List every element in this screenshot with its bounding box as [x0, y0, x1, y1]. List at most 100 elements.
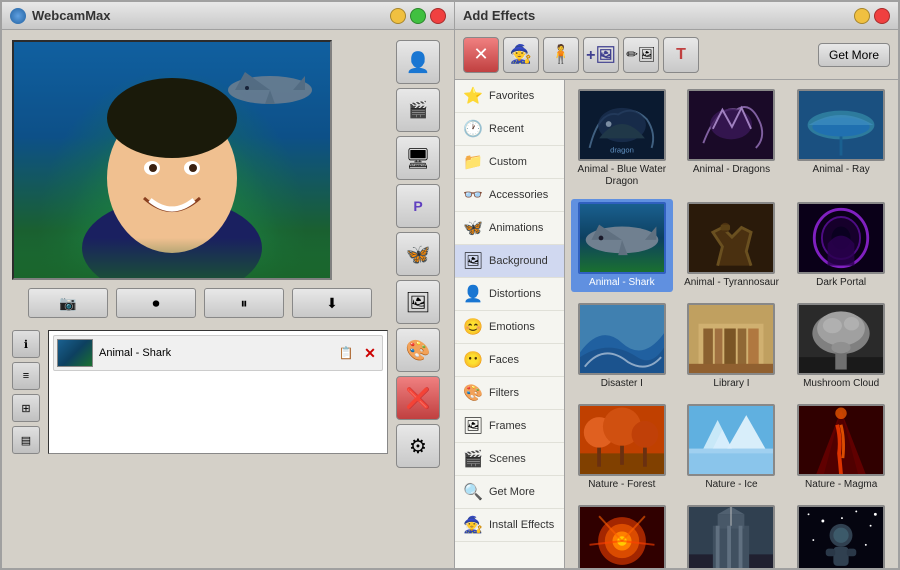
color-tool-button[interactable]: 🎨: [396, 328, 440, 372]
effect-remove-button[interactable]: ✕: [361, 344, 379, 362]
effect-name-magma: Nature - Magma: [805, 479, 877, 491]
monitor-tool-button[interactable]: 🖥: [396, 136, 440, 180]
animations-icon: 🦋: [463, 218, 483, 238]
minimize-button[interactable]: [390, 8, 406, 24]
custom-icon: 📁: [463, 152, 483, 172]
info-buttons: ℹ ≡ ⊞ ▤: [12, 330, 40, 454]
background-label: Background: [489, 255, 548, 267]
effect-blue-water-dragon[interactable]: dragon Animal - Blue Water Dragon: [571, 86, 673, 191]
effect-image-ice: [687, 404, 775, 476]
effects-close-tool[interactable]: ✕: [463, 37, 499, 73]
category-accessories[interactable]: 👓 Accessories: [455, 179, 564, 212]
animations-label: Animations: [489, 222, 543, 234]
effect-name-library: Library I: [713, 378, 749, 390]
category-distortions[interactable]: 👤 Distortions: [455, 278, 564, 311]
effects-minimize-button[interactable]: [854, 8, 870, 24]
effects-toolbar: ✕ 🧙 🧍 +🖼 ✏🖼 T Get More: [455, 30, 898, 80]
effects-close-button[interactable]: [874, 8, 890, 24]
category-favorites[interactable]: ⭐ Favorites: [455, 80, 564, 113]
effect-image-disaster: [578, 303, 666, 375]
user-tool-button[interactable]: 👤: [396, 40, 440, 84]
app-container: WebcamMax: [0, 0, 900, 570]
category-recent[interactable]: 🕐 Recent: [455, 113, 564, 146]
favorites-icon: ⭐: [463, 86, 483, 106]
effect-dragons[interactable]: Animal - Dragons: [681, 86, 783, 191]
film-tool-button[interactable]: 🎬: [396, 88, 440, 132]
effect-library[interactable]: Library I: [681, 300, 783, 393]
add-tool[interactable]: +🖼: [583, 37, 619, 73]
effect-name-ray: Animal - Ray: [813, 164, 870, 176]
settings-tool-button[interactable]: ⚙: [396, 424, 440, 468]
faces-label: Faces: [489, 354, 519, 366]
distortions-label: Distortions: [489, 288, 541, 300]
record-button[interactable]: ⏺: [116, 288, 196, 318]
left-panel: WebcamMax: [0, 0, 455, 570]
left-title-bar: WebcamMax: [2, 2, 454, 30]
effect-image-dragons: [687, 89, 775, 161]
category-background[interactable]: 🖼 Background: [455, 245, 564, 278]
effects-grid-container[interactable]: dragon Animal - Blue Water Dragon: [565, 80, 898, 568]
effect-ray[interactable]: Animal - Ray: [790, 86, 892, 191]
person-tool[interactable]: 🧍: [543, 37, 579, 73]
effect-shark[interactable]: Animal - Shark: [571, 199, 673, 292]
wizard-tool[interactable]: 🧙: [503, 37, 539, 73]
effects-grid: dragon Animal - Blue Water Dragon: [571, 86, 892, 568]
category-faces[interactable]: 😶 Faces: [455, 344, 564, 377]
faces-icon: 😶: [463, 350, 483, 370]
effect-name-dark-portal: Dark Portal: [816, 277, 866, 289]
effects-content: ⭐ Favorites 🕐 Recent 📁 Custom 👓 Accessor…: [455, 80, 898, 568]
effect-dark-portal[interactable]: Dark Portal: [790, 199, 892, 292]
effect-ice[interactable]: Nature - Ice: [681, 401, 783, 494]
edit-tool[interactable]: ✏🖼: [623, 37, 659, 73]
effect-magma[interactable]: Nature - Magma: [790, 401, 892, 494]
left-close-button[interactable]: [430, 8, 446, 24]
effect-monument[interactable]: Monument: [681, 502, 783, 568]
right-panel: Add Effects ✕ 🧙 🧍 +🖼 ✏🖼 T Get More ⭐ Fav…: [455, 0, 900, 570]
list-button[interactable]: ≡: [12, 362, 40, 390]
effect-image-tyrannosaur: [687, 202, 775, 274]
effect-explosion[interactable]: Explosion: [571, 502, 673, 568]
category-custom[interactable]: 📁 Custom: [455, 146, 564, 179]
effect-mushroom[interactable]: Mushroom Cloud: [790, 300, 892, 393]
effect-image-library: [687, 303, 775, 375]
paint-tool-button[interactable]: P: [396, 184, 440, 228]
grid-button[interactable]: ⊞: [12, 394, 40, 422]
effect-tyrannosaur[interactable]: Animal - Tyrannosaur: [681, 199, 783, 292]
category-emotions[interactable]: 😊 Emotions: [455, 311, 564, 344]
category-scenes[interactable]: 🎬 Scenes: [455, 443, 564, 476]
app-icon: [10, 8, 26, 24]
getmore-icon: 🔍: [463, 482, 483, 502]
text-tool[interactable]: T: [663, 37, 699, 73]
download-button[interactable]: ⬇: [292, 288, 372, 318]
get-more-button[interactable]: Get More: [818, 43, 890, 67]
effect-image-magma: [797, 404, 885, 476]
background-icon: 🖼: [463, 251, 483, 271]
category-filters[interactable]: 🎨 Filters: [455, 377, 564, 410]
remove-tool-button[interactable]: ❌: [396, 376, 440, 420]
window-controls: [390, 8, 446, 24]
film-button[interactable]: ▤: [12, 426, 40, 454]
category-getmore[interactable]: 🔍 Get More: [455, 476, 564, 509]
category-animations[interactable]: 🦋 Animations: [455, 212, 564, 245]
bottom-section: ℹ ≡ ⊞ ▤ Animal - Shark 📋 ✕: [12, 330, 388, 454]
effect-disaster[interactable]: Disaster I: [571, 300, 673, 393]
effect-space[interactable]: Space: [790, 502, 892, 568]
emotions-icon: 😊: [463, 317, 483, 337]
category-install[interactable]: 🧙 Install Effects: [455, 509, 564, 542]
effect-forest[interactable]: Nature - Forest: [571, 401, 673, 494]
effect-image-dark-portal: [797, 202, 885, 274]
effects-title: Add Effects: [463, 8, 854, 23]
pause-button[interactable]: ⏸: [204, 288, 284, 318]
photo-tool-button[interactable]: 🖼: [396, 280, 440, 324]
effect-copy-button[interactable]: 📋: [337, 344, 355, 362]
effect-thumb: [57, 339, 93, 367]
camera-button[interactable]: 📷: [28, 288, 108, 318]
category-frames[interactable]: 🖼 Frames: [455, 410, 564, 443]
app-title: WebcamMax: [32, 8, 390, 23]
info-button[interactable]: ℹ: [12, 330, 40, 358]
scenes-icon: 🎬: [463, 449, 483, 469]
maximize-button[interactable]: [410, 8, 426, 24]
effect-image-explosion: [578, 505, 666, 568]
butterfly-tool-button[interactable]: 🦋: [396, 232, 440, 276]
custom-label: Custom: [489, 156, 527, 168]
